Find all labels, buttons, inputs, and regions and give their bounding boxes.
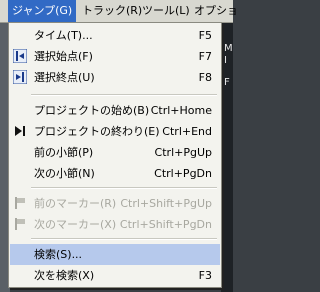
menu-separator (31, 94, 217, 96)
menu-separator (31, 187, 217, 189)
menu-item-label: 選択始点(F) (34, 50, 93, 63)
menu-item-find-next[interactable]: 次を検索(X) F3 (10, 265, 220, 286)
menu-separator (31, 238, 217, 240)
menu-item-prev-bar[interactable]: 前の小節(P) Ctrl+PgUp (10, 142, 220, 163)
menu-item-project-end[interactable]: プロジェクトの終わり(E) Ctrl+End (10, 121, 220, 142)
menu-item-find[interactable]: 検索(S)... (10, 244, 220, 265)
menu-track[interactable]: トラック(R) (78, 0, 146, 22)
menu-item-prev-marker[interactable]: 前のマーカー(R) Ctrl+Shift+PgUp (10, 193, 220, 214)
menu-item-shortcut: F8 (198, 71, 212, 84)
menu-item-next-bar[interactable]: 次の小節(N) Ctrl+PgDn (10, 163, 220, 184)
menu-item-time[interactable]: タイム(T)... F5 (10, 25, 220, 46)
menu-item-label: 検索(S)... (34, 248, 83, 261)
menu-tools[interactable]: ツール(L) (138, 0, 194, 22)
project-end-icon (13, 124, 27, 138)
menu-jump[interactable]: ジャンプ(G) (8, 0, 77, 22)
menu-item-label: 次のマーカー(X) (34, 218, 117, 231)
menu-item-shortcut: Ctrl+PgDn (154, 167, 212, 180)
menu-item-label: 次の小節(N) (34, 167, 95, 180)
menu-item-shortcut: F3 (198, 269, 212, 282)
selection-start-icon (12, 48, 28, 64)
menu-item-label: 前の小節(P) (34, 146, 94, 159)
menu-item-shortcut: Ctrl+Home (150, 104, 212, 117)
menu-options[interactable]: オプショ (190, 0, 242, 22)
menu-item-shortcut: F5 (198, 29, 212, 42)
jump-dropdown-menu: タイム(T)... F5 選択始点(F) F7 選択終点(U) F8 プロジェク… (8, 22, 222, 288)
menu-item-shortcut: Ctrl+End (162, 125, 212, 138)
background-label-i: I (224, 55, 227, 66)
menu-item-shortcut: F7 (198, 50, 212, 63)
menu-item-label: タイム(T)... (34, 29, 93, 42)
menu-item-selection-start[interactable]: 選択始点(F) F7 (10, 46, 220, 67)
menu-item-label: プロジェクトの始め(B) (34, 104, 150, 117)
menu-item-next-marker[interactable]: 次のマーカー(X) Ctrl+Shift+PgDn (10, 214, 220, 235)
menu-bar: ジャンプ(G) トラック(R) ツール(L) オプショ (0, 0, 238, 23)
background-label-f: F (224, 77, 230, 88)
next-marker-icon (13, 217, 27, 231)
menu-item-project-start[interactable]: プロジェクトの始め(B) Ctrl+Home (10, 100, 220, 121)
menu-item-label: 前のマーカー(R) (34, 197, 117, 210)
menu-item-shortcut: Ctrl+PgUp (154, 146, 212, 159)
menu-item-label: 次を検索(X) (34, 269, 95, 282)
menu-item-selection-end[interactable]: 選択終点(U) F8 (10, 67, 220, 88)
menu-item-shortcut: Ctrl+Shift+PgDn (119, 218, 212, 231)
menu-item-label: プロジェクトの終わり(E) (34, 125, 160, 138)
menu-item-label: 選択終点(U) (34, 71, 95, 84)
prev-marker-icon (13, 196, 27, 210)
menu-item-shortcut: Ctrl+Shift+PgUp (120, 197, 212, 210)
selection-end-icon (12, 69, 28, 85)
